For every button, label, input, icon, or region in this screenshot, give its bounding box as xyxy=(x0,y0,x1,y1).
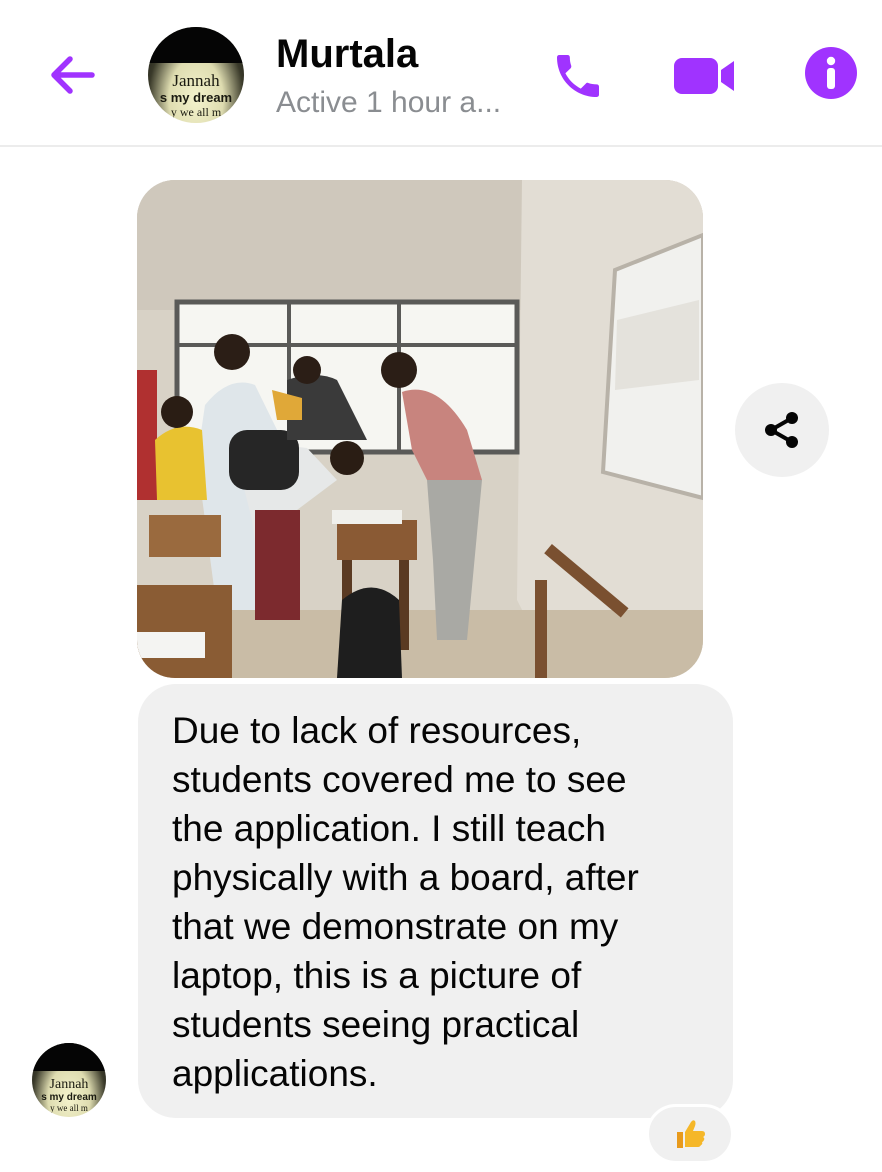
conversation-header: Jannah s my dream y we all m Murtala Act… xyxy=(0,0,882,147)
classroom-photo xyxy=(137,180,703,678)
contact-avatar[interactable]: Jannah s my dream y we all m xyxy=(148,27,244,123)
contact-name[interactable]: Murtala xyxy=(276,32,418,77)
avatar-dark-band xyxy=(32,1043,106,1072)
phone-icon xyxy=(557,55,599,97)
message-text: Due to lack of resources, students cover… xyxy=(172,710,639,1094)
avatar-text-line1: Jannah xyxy=(49,1077,89,1092)
reaction-badge[interactable] xyxy=(646,1104,734,1164)
call-button[interactable] xyxy=(548,46,608,106)
info-button[interactable] xyxy=(804,46,858,100)
video-camera-icon xyxy=(674,58,734,94)
photo-message[interactable] xyxy=(137,180,703,678)
info-icon xyxy=(805,47,857,99)
avatar-dark-band xyxy=(148,27,244,64)
avatar-text-line3: y we all m xyxy=(50,1103,88,1113)
avatar-text-line3: y we all m xyxy=(170,105,222,119)
sender-avatar[interactable]: Jannah s my dream y we all m xyxy=(32,1043,106,1117)
contact-status: Active 1 hour a... xyxy=(276,86,502,119)
thumbs-up-icon xyxy=(677,1120,705,1148)
share-button[interactable] xyxy=(735,383,829,477)
avatar-text-line1: Jannah xyxy=(172,71,220,90)
avatar-text-line2: s my dream xyxy=(159,90,233,105)
avatar-text-line2: s my dream xyxy=(41,1092,97,1103)
share-icon xyxy=(765,412,798,448)
arrow-left-icon xyxy=(51,56,95,94)
video-call-button[interactable] xyxy=(668,46,740,106)
back-button[interactable] xyxy=(44,46,102,104)
message-bubble[interactable]: Due to lack of resources, students cover… xyxy=(138,684,733,1118)
